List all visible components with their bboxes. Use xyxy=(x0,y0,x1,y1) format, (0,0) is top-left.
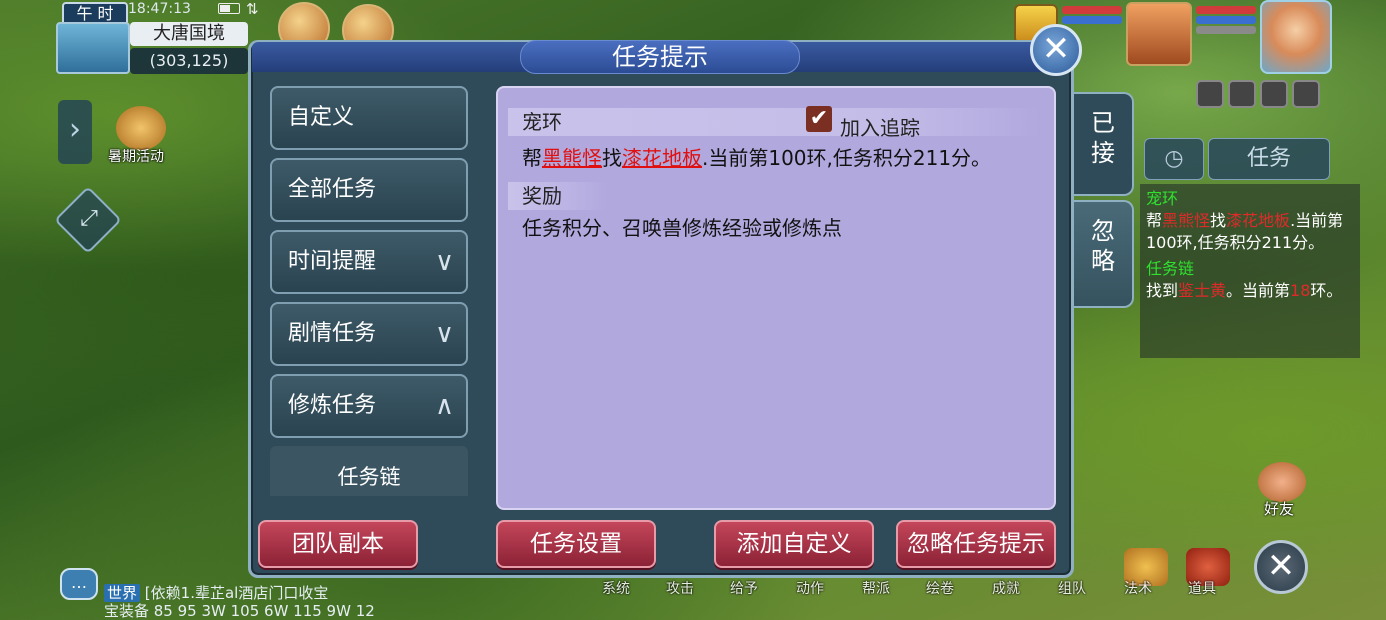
add-custom-button[interactable]: 添加自定义 xyxy=(714,520,874,568)
timer-icon[interactable]: ◷ xyxy=(1144,138,1204,180)
chat-bubble-icon[interactable]: … xyxy=(60,568,98,600)
tracker-entry2-text: 找到鉴士黄。当前第18环。 xyxy=(1146,281,1343,300)
bottom-give[interactable]: 给予 xyxy=(730,578,758,598)
team-dungeon-button[interactable]: 团队副本 xyxy=(258,520,418,568)
bottom-system[interactable]: 系统 xyxy=(602,578,630,598)
dialog-title: 任务提示 xyxy=(520,40,800,74)
close-menu-icon[interactable]: ✕ xyxy=(1254,540,1308,594)
reward-section-title: 奖励 xyxy=(508,182,608,210)
bottom-guild[interactable]: 帮派 xyxy=(862,578,890,598)
task-section-title: 宠环 xyxy=(508,108,1040,136)
buff-icon-3[interactable] xyxy=(1260,80,1288,108)
battery-icon xyxy=(218,3,240,14)
bottom-items[interactable]: 道具 xyxy=(1188,578,1216,598)
coordinates: (303,125) xyxy=(130,48,248,74)
chevron-up-icon: ∧ xyxy=(434,391,454,421)
chevron-down-icon: ∨ xyxy=(434,247,454,277)
player-portrait[interactable] xyxy=(1260,0,1332,74)
scroll-icon[interactable] xyxy=(116,106,166,150)
buff-icon-2[interactable] xyxy=(1228,80,1256,108)
minimap-thumbnail[interactable] xyxy=(56,22,130,74)
pet-hp-bar xyxy=(1062,6,1122,14)
ignore-task-tips-button[interactable]: 忽略任务提示 xyxy=(896,520,1056,568)
player-sp-bar xyxy=(1196,26,1256,34)
bottom-action[interactable]: 动作 xyxy=(796,578,824,598)
bottom-attack[interactable]: 攻击 xyxy=(666,578,694,598)
summer-event-label: 暑期活动 xyxy=(108,149,164,165)
tracker-entry1-title: 宠环 xyxy=(1146,189,1179,208)
tracker-entry1-text: 帮黑熊怪找漆花地板.当前第100环,任务积分211分。 xyxy=(1146,211,1344,252)
sidebar-item-training-tasks[interactable]: 修炼任务 ∧ xyxy=(270,374,468,438)
sidebar-subitem-task-chain[interactable]: 任务链 xyxy=(270,446,468,496)
item-link[interactable]: 漆花地板 xyxy=(622,146,702,170)
bottom-team[interactable]: 组队 xyxy=(1058,578,1086,598)
expand-left-arrow[interactable]: › xyxy=(58,100,92,164)
bottom-achievement[interactable]: 成就 xyxy=(992,578,1020,598)
companion-portrait[interactable] xyxy=(1126,2,1192,66)
track-checkbox[interactable]: ✔ xyxy=(806,106,832,132)
tab-accepted[interactable]: 已接 xyxy=(1074,92,1134,196)
player-mp-bar xyxy=(1196,16,1256,24)
chevron-down-icon: ∨ xyxy=(434,319,454,349)
clock: 18:47:13 xyxy=(128,1,191,17)
buff-icon-4[interactable] xyxy=(1292,80,1320,108)
location-name: 大唐国境 xyxy=(130,22,248,46)
signal-icon: ⇅ xyxy=(246,0,259,18)
sidebar-item-time-reminder[interactable]: 时间提醒 ∨ xyxy=(270,230,468,294)
task-settings-button[interactable]: 任务设置 xyxy=(496,520,656,568)
sidebar-item-custom[interactable]: 自定义 xyxy=(270,86,468,150)
chat-line-2[interactable]: 宝装备 85 95 3W 105 6W 115 9W 12 xyxy=(104,600,375,620)
quest-tracker-tab[interactable]: 任务 xyxy=(1208,138,1330,180)
friends-icon[interactable] xyxy=(1258,462,1306,502)
track-checkbox-label[interactable]: 加入追踪 xyxy=(840,112,920,141)
friends-label: 好友 xyxy=(1264,500,1295,518)
sidebar-item-story-tasks[interactable]: 剧情任务 ∨ xyxy=(270,302,468,366)
pet-mp-bar xyxy=(1062,16,1122,24)
npc-link-1[interactable]: 黑熊怪 xyxy=(542,146,602,170)
reward-description: 任务积分、召唤兽修炼经验或修炼点 xyxy=(522,216,842,240)
player-hp-bar xyxy=(1196,6,1256,14)
task-description: 帮黑熊怪找漆花地板.当前第100环,任务积分211分。 xyxy=(522,146,992,170)
bottom-spell[interactable]: 法术 xyxy=(1124,578,1152,598)
sidebar-item-all-tasks[interactable]: 全部任务 xyxy=(270,158,468,222)
quest-tracker-panel[interactable]: 宠环 帮黑熊怪找漆花地板.当前第100环,任务积分211分。 任务链 找到鉴士黄… xyxy=(1140,184,1360,358)
fullscreen-arrows-icon: ⤢ xyxy=(80,206,98,231)
dialog-close-icon[interactable]: ✕ xyxy=(1030,24,1082,76)
tracker-entry2-title: 任务链 xyxy=(1146,259,1195,278)
tab-ignored[interactable]: 忽略 xyxy=(1074,200,1134,308)
buff-icon-1[interactable] xyxy=(1196,80,1224,108)
bottom-scroll[interactable]: 绘卷 xyxy=(926,578,954,598)
